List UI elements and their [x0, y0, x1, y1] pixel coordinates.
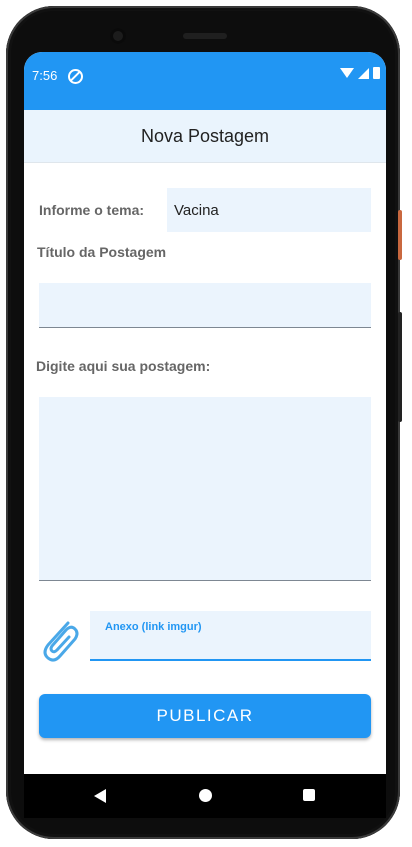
paperclip-icon[interactable] [38, 615, 80, 663]
wifi-icon [340, 68, 354, 78]
publish-button[interactable]: PUBLICAR [39, 694, 371, 738]
earpiece-speaker [183, 33, 227, 39]
topic-label: Informe o tema: [39, 202, 145, 218]
post-title-input[interactable] [39, 283, 371, 328]
signal-icon [358, 67, 369, 79]
volume-button [398, 312, 402, 422]
front-camera [110, 28, 126, 44]
status-time: 7:56 [32, 68, 58, 83]
topic-value: Vacina [174, 201, 219, 219]
power-button [398, 210, 402, 260]
attachment-label: Anexo (link imgur) [105, 621, 202, 633]
home-icon[interactable] [199, 789, 212, 802]
status-icons [340, 67, 380, 79]
back-icon[interactable] [94, 789, 106, 803]
topic-field[interactable]: Vacina [167, 188, 371, 232]
post-body-label: Digite aqui sua postagem: [36, 358, 211, 374]
navigation-bar [24, 774, 386, 818]
post-title-label: Título da Postagem [37, 244, 167, 260]
screen: 7:56 Nova Postagem Informe o tema: Vacin… [24, 52, 386, 818]
attachment-link-input[interactable]: Anexo (link imgur) [90, 611, 371, 661]
status-bar: 7:56 [24, 52, 386, 110]
post-body-textarea[interactable] [39, 397, 371, 581]
dnd-icon [68, 69, 83, 84]
recents-icon[interactable] [303, 789, 315, 801]
page-title: Nova Postagem [140, 125, 270, 146]
battery-icon [373, 67, 380, 79]
app-bar: Nova Postagem [24, 110, 386, 163]
